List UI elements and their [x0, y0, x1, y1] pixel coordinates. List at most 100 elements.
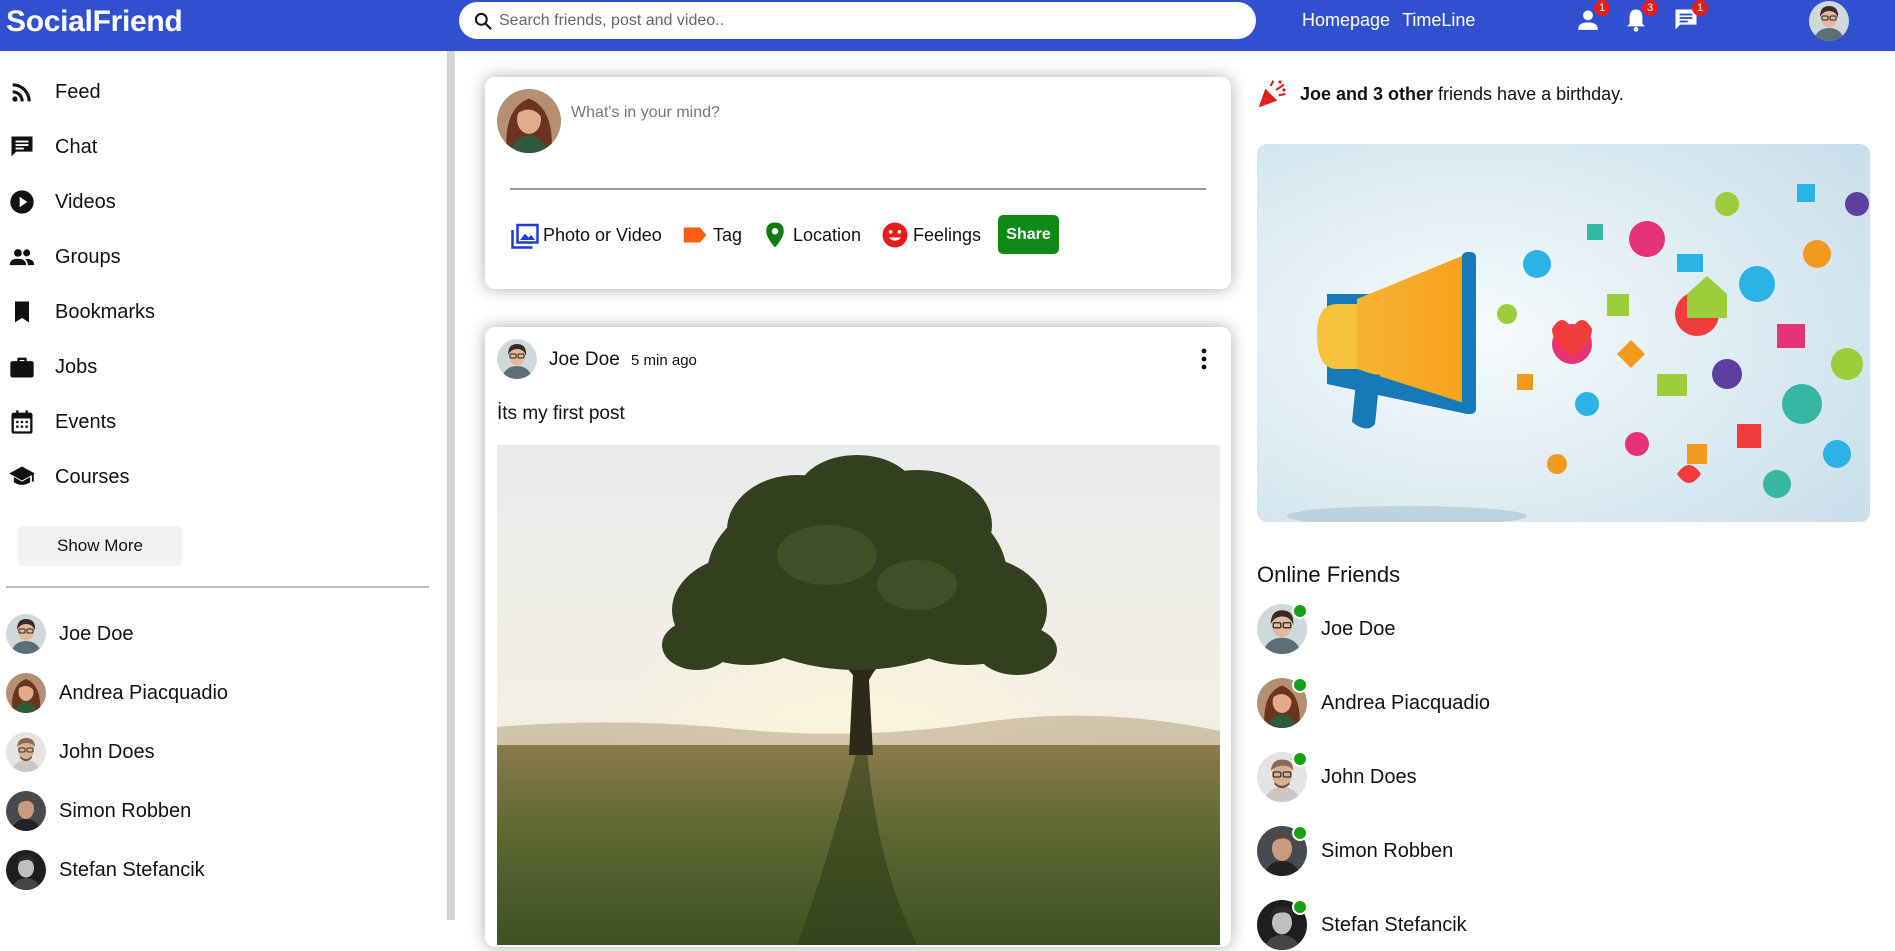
post-input[interactable]: [571, 104, 1171, 122]
more-vert-icon: [1201, 348, 1207, 370]
sidebar-item-groups[interactable]: Groups: [8, 237, 121, 277]
friend-requests-button[interactable]: 1: [1574, 0, 1610, 36]
notification-badge: 3: [1642, 0, 1658, 16]
post-username[interactable]: Joe Doe: [549, 349, 620, 371]
sidebar-item-label: Bookmarks: [55, 300, 156, 323]
search-bar[interactable]: [459, 2, 1256, 39]
post-timestamp: 5 min ago: [631, 352, 697, 369]
friend-item[interactable]: Joe Doe: [6, 613, 134, 655]
notification-badge: 1: [1594, 0, 1610, 16]
left-sidebar: Feed Chat Videos Groups Bookmarks Jobs E…: [0, 51, 455, 920]
friend-name: Simon Robben: [1321, 839, 1454, 862]
celebration-icon: [1258, 80, 1286, 108]
search-icon: [474, 12, 492, 30]
share-button[interactable]: Share: [998, 215, 1059, 254]
sidebar-item-events[interactable]: Events: [8, 402, 116, 442]
sidebar-item-jobs[interactable]: Jobs: [8, 347, 97, 387]
photo-library-icon: [511, 223, 539, 249]
friend-name: Joe Doe: [1321, 617, 1396, 640]
online-indicator: [1292, 825, 1308, 841]
feelings-option[interactable]: Feelings: [880, 220, 981, 250]
school-icon: [9, 466, 35, 485]
messages-button[interactable]: 1: [1672, 0, 1708, 36]
promo-banner[interactable]: [1257, 144, 1870, 522]
friend-item[interactable]: Stefan Stefancik: [6, 849, 205, 891]
post-options-button[interactable]: [1192, 345, 1216, 373]
divider: [6, 586, 429, 588]
group-icon: [9, 249, 35, 266]
friend-item[interactable]: Andrea Piacquadio: [6, 672, 228, 714]
avatar: [6, 791, 46, 831]
app-logo[interactable]: SocialFriend: [6, 5, 183, 39]
option-label: Feelings: [913, 224, 982, 245]
online-friend-item[interactable]: Joe Doe: [1257, 603, 1396, 655]
sidebar-item-feed[interactable]: Feed: [8, 72, 101, 112]
photo-video-option[interactable]: Photo or Video: [510, 220, 662, 250]
homepage-link[interactable]: Homepage: [1302, 10, 1390, 31]
avatar: [6, 732, 46, 772]
option-label: Photo or Video: [543, 224, 662, 245]
work-icon: [10, 357, 34, 378]
avatar: [6, 850, 46, 890]
timeline-link[interactable]: TimeLine: [1402, 10, 1475, 31]
sidebar-item-bookmarks[interactable]: Bookmarks: [8, 292, 155, 332]
location-pin-icon: [766, 222, 784, 248]
birthday-names: Joe and 3 other: [1300, 83, 1434, 104]
sidebar-item-label: Feed: [55, 80, 101, 103]
share-box: Photo or Video Tag Location Feelings Sha…: [485, 77, 1231, 289]
friend-name: Andrea Piacquadio: [59, 681, 229, 704]
play-circle-icon: [10, 190, 34, 214]
friend-name: Joe Doe: [59, 622, 134, 645]
notifications-button[interactable]: 3: [1622, 0, 1658, 36]
bookmark-icon: [15, 301, 29, 323]
sidebar-item-label: Events: [55, 410, 117, 433]
label-icon: [683, 227, 707, 243]
online-friend-item[interactable]: Simon Robben: [1257, 825, 1453, 877]
emoji-icon: [882, 222, 908, 248]
avatar[interactable]: [497, 339, 537, 379]
birthday-text: friends have a birthday.: [1433, 83, 1624, 104]
friend-name: Stefan Stefancik: [59, 858, 205, 881]
friend-item[interactable]: Simon Robben: [6, 790, 191, 832]
tag-option[interactable]: Tag: [680, 220, 742, 250]
online-indicator: [1292, 603, 1308, 619]
sidebar-item-chat[interactable]: Chat: [8, 127, 97, 167]
option-label: Tag: [713, 224, 743, 245]
search-input[interactable]: [499, 11, 1239, 30]
friend-item[interactable]: John Does: [6, 731, 155, 773]
online-friend-item[interactable]: Andrea Piacquadio: [1257, 677, 1490, 729]
sidebar-item-label: Videos: [55, 190, 116, 213]
online-indicator: [1292, 899, 1308, 915]
location-option[interactable]: Location: [760, 220, 861, 250]
post-image[interactable]: [497, 445, 1220, 945]
option-label: Location: [793, 224, 862, 245]
online-friend-item[interactable]: Stefan Stefancik: [1257, 899, 1467, 951]
online-friends-title: Online Friends: [1257, 562, 1401, 587]
avatar: [6, 673, 46, 713]
show-more-button[interactable]: Show More: [18, 526, 182, 566]
calendar-icon: [11, 410, 33, 434]
sidebar-item-label: Groups: [55, 245, 121, 268]
avatar: [6, 614, 46, 654]
chat-bubble-icon: [11, 136, 33, 157]
friend-name: Andrea Piacquadio: [1321, 691, 1491, 714]
top-bar: SocialFriend Homepage TimeLine 1 3 1: [0, 0, 1895, 51]
friend-name: Simon Robben: [59, 799, 192, 822]
online-friend-item[interactable]: John Does: [1257, 751, 1417, 803]
avatar: [497, 89, 561, 153]
sidebar-item-label: Jobs: [55, 355, 98, 378]
divider: [510, 188, 1206, 190]
online-indicator: [1292, 751, 1308, 767]
sidebar-item-videos[interactable]: Videos: [8, 182, 116, 222]
profile-avatar[interactable]: [1809, 1, 1849, 41]
rss-feed-icon: [12, 83, 31, 102]
post-text: İts my first post: [497, 403, 625, 424]
post-card: Joe Doe 5 min ago İts my first post: [485, 327, 1231, 947]
birthday-notice: Joe and 3 other friends have a birthday.: [1256, 78, 1624, 110]
sidebar-item-label: Chat: [55, 135, 98, 158]
online-indicator: [1292, 677, 1308, 693]
friend-name: John Does: [59, 740, 155, 763]
sidebar-item-courses[interactable]: Courses: [8, 457, 129, 497]
friend-name: Stefan Stefancik: [1321, 913, 1467, 936]
notification-badge: 1: [1692, 0, 1708, 16]
